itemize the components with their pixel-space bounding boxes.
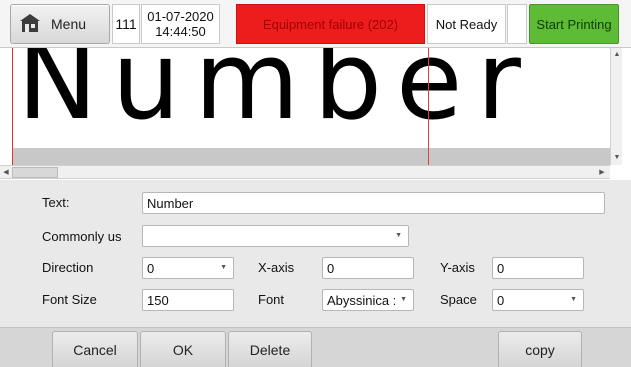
start-printing-button[interactable]: Start Printing	[529, 4, 619, 44]
scroll-up-icon[interactable]: ▲	[612, 50, 622, 60]
preview-boundary-line	[428, 48, 429, 165]
direction-select[interactable]: 0 ▼	[142, 257, 234, 279]
font-size-label: Font Size	[42, 292, 97, 307]
vertical-scrollbar[interactable]: ▲ ▼	[610, 48, 622, 165]
font-label: Font	[258, 292, 285, 307]
home-icon	[19, 13, 41, 36]
cancel-button[interactable]: Cancel	[52, 331, 138, 367]
scroll-left-icon[interactable]: ◀	[1, 167, 11, 178]
date-text: 01-07-2020	[147, 9, 214, 24]
fault-indicator[interactable]: Equipment failure (202)	[236, 4, 425, 44]
font-select[interactable]: Abyssinica : ▼	[322, 289, 414, 311]
x-axis-label: X-axis	[258, 260, 295, 275]
horizontal-scrollbar[interactable]: ◀ ▶	[0, 165, 610, 179]
status-bar: Menu 111 01-07-2020 14:44:50 Equipment f…	[0, 0, 631, 48]
y-axis-input[interactable]: 0	[492, 257, 584, 279]
scroll-right-icon[interactable]: ▶	[597, 167, 607, 178]
menu-label: Menu	[51, 16, 87, 32]
datetime-display: 01-07-2020 14:44:50	[141, 4, 220, 44]
print-counter: 111	[112, 4, 140, 44]
space-label: Space	[440, 292, 477, 307]
commonly-used-label: Commonly us	[42, 229, 122, 244]
preview-margin-band	[13, 148, 610, 165]
scroll-down-icon[interactable]: ▼	[612, 153, 622, 163]
scroll-thumb[interactable]	[12, 167, 58, 178]
copy-button[interactable]: copy	[498, 331, 582, 367]
menu-button[interactable]: Menu	[10, 4, 110, 44]
chevron-down-icon: ▼	[220, 264, 227, 271]
font-value: Abyssinica :	[327, 293, 395, 308]
ok-button[interactable]: OK	[140, 331, 226, 367]
text-properties-form: Text: Number Commonly us ▼ Direction 0 ▼…	[0, 180, 631, 327]
time-text: 14:44:50	[155, 24, 206, 39]
status-slot	[507, 4, 527, 44]
space-value: 0	[497, 293, 505, 308]
direction-label: Direction	[42, 260, 94, 275]
chevron-down-icon: ▼	[400, 296, 407, 303]
commonly-used-select[interactable]: ▼	[142, 225, 409, 247]
direction-value: 0	[147, 261, 155, 276]
delete-button[interactable]: Delete	[228, 331, 312, 367]
space-select[interactable]: 0 ▼	[492, 289, 584, 311]
text-input[interactable]: Number	[142, 192, 605, 214]
chevron-down-icon: ▼	[395, 232, 402, 239]
printer-status: Not Ready	[427, 4, 506, 44]
preview-text[interactable]: Number	[17, 48, 535, 136]
x-axis-input[interactable]: 0	[322, 257, 414, 279]
y-axis-label: Y-axis	[440, 260, 475, 275]
text-label: Text:	[42, 195, 70, 210]
chevron-down-icon: ▼	[570, 296, 577, 303]
font-size-input[interactable]: 150	[142, 289, 234, 311]
action-bar: Cancel OK Delete copy	[0, 327, 631, 367]
print-preview[interactable]: Number	[12, 48, 610, 165]
